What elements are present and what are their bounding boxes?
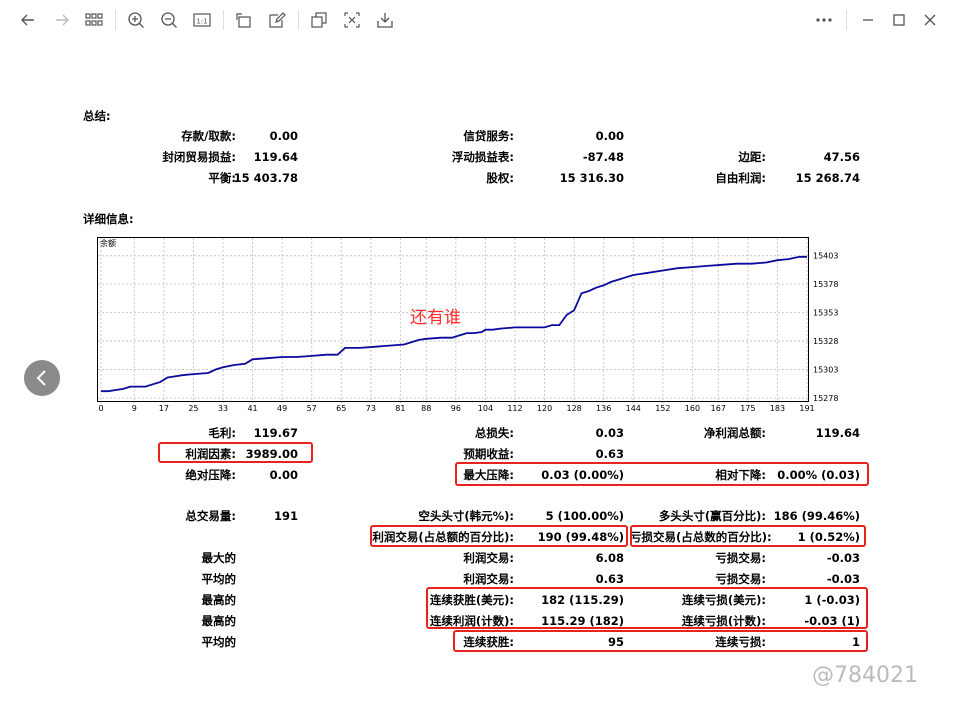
- x-tick-label: 33: [218, 404, 228, 413]
- max-label-1: 最高的: [201, 593, 237, 607]
- net-profit-value: 119.64: [815, 426, 860, 440]
- largest-loss-label: 亏损交易:: [715, 551, 766, 565]
- x-tick-label: 183: [770, 404, 785, 413]
- avg-profit-value: 0.63: [595, 572, 624, 586]
- x-tick-label: 160: [685, 404, 700, 413]
- x-tick-label: 120: [537, 404, 552, 413]
- consecutive-highlight: [426, 587, 868, 629]
- x-tick-label: 112: [507, 404, 522, 413]
- avg-consecutive-highlight: [453, 630, 868, 652]
- largest-label: 最大的: [201, 551, 237, 565]
- total-trades-label: 总交易量:: [185, 509, 236, 523]
- y-tick-label: 15353: [813, 309, 838, 318]
- profit-trades-highlight: [370, 525, 628, 547]
- y-tick-label: 15303: [813, 366, 838, 375]
- abs-drawdown-label: 绝对压降:: [185, 468, 236, 482]
- y-tick-label: 15378: [813, 280, 838, 289]
- x-tick-label: 25: [188, 404, 198, 413]
- overlay-annotation: 还有谁: [410, 308, 461, 328]
- x-tick-label: 175: [740, 404, 755, 413]
- y-tick-label: 15328: [813, 337, 838, 346]
- x-tick-label: 144: [626, 404, 641, 413]
- largest-loss-value: -0.03: [826, 551, 860, 565]
- drawdown-highlight: [455, 462, 869, 486]
- short-positions-value: 5 (100.00%): [545, 509, 624, 523]
- y-tick-label: 15403: [813, 252, 838, 261]
- loss-trades-highlight: [630, 525, 866, 547]
- short-positions-label: 空头头寸(韩元%):: [418, 509, 514, 523]
- x-tick-label: 128: [566, 404, 581, 413]
- avg-loss-value: -0.03: [826, 572, 860, 586]
- x-tick-label: 136: [596, 404, 611, 413]
- total-trades-value: 191: [273, 509, 298, 523]
- avg-profit-label: 利润交易:: [463, 572, 514, 586]
- expected-payoff-label: 预期收益:: [463, 447, 514, 461]
- x-tick-label: 73: [366, 404, 376, 413]
- x-tick-label: 167: [711, 404, 726, 413]
- expected-payoff-value: 0.63: [595, 447, 624, 461]
- long-positions-value: 186 (99.46%): [773, 509, 860, 523]
- x-tick-label: 17: [159, 404, 169, 413]
- y-tick-label: 15278: [813, 394, 838, 403]
- profit-factor-highlight: [158, 442, 313, 463]
- x-tick-label: 104: [478, 404, 493, 413]
- x-tick-label: 49: [277, 404, 287, 413]
- x-tick-label: 81: [395, 404, 405, 413]
- x-tick-label: 9: [132, 404, 137, 413]
- net-profit-label: 净利润总额:: [703, 426, 766, 440]
- gross-loss-value: 0.03: [595, 426, 624, 440]
- x-tick-label: 41: [247, 404, 257, 413]
- long-positions-label: 多头头寸(赢百分比):: [658, 509, 766, 523]
- gross-profit-label: 毛利:: [208, 426, 236, 440]
- x-tick-label: 57: [307, 404, 317, 413]
- watermark: @784021: [812, 663, 918, 688]
- x-tick-label: 0: [98, 404, 103, 413]
- abs-drawdown-value: 0.00: [269, 468, 298, 482]
- x-tick-label: 152: [655, 404, 670, 413]
- max-label-2: 最高的: [201, 614, 237, 628]
- x-tick-label: 88: [421, 404, 431, 413]
- avg-loss-label: 亏损交易:: [715, 572, 766, 586]
- average-label: 平均的: [201, 572, 237, 586]
- gross-profit-value: 119.67: [253, 426, 298, 440]
- x-tick-label: 65: [336, 404, 346, 413]
- x-tick-label: 96: [451, 404, 461, 413]
- largest-profit-label: 利润交易:: [463, 551, 514, 565]
- gross-loss-label: 总损失:: [474, 426, 514, 440]
- average-label-2: 平均的: [201, 635, 237, 649]
- largest-profit-value: 6.08: [595, 551, 624, 565]
- x-tick-label: 191: [799, 404, 814, 413]
